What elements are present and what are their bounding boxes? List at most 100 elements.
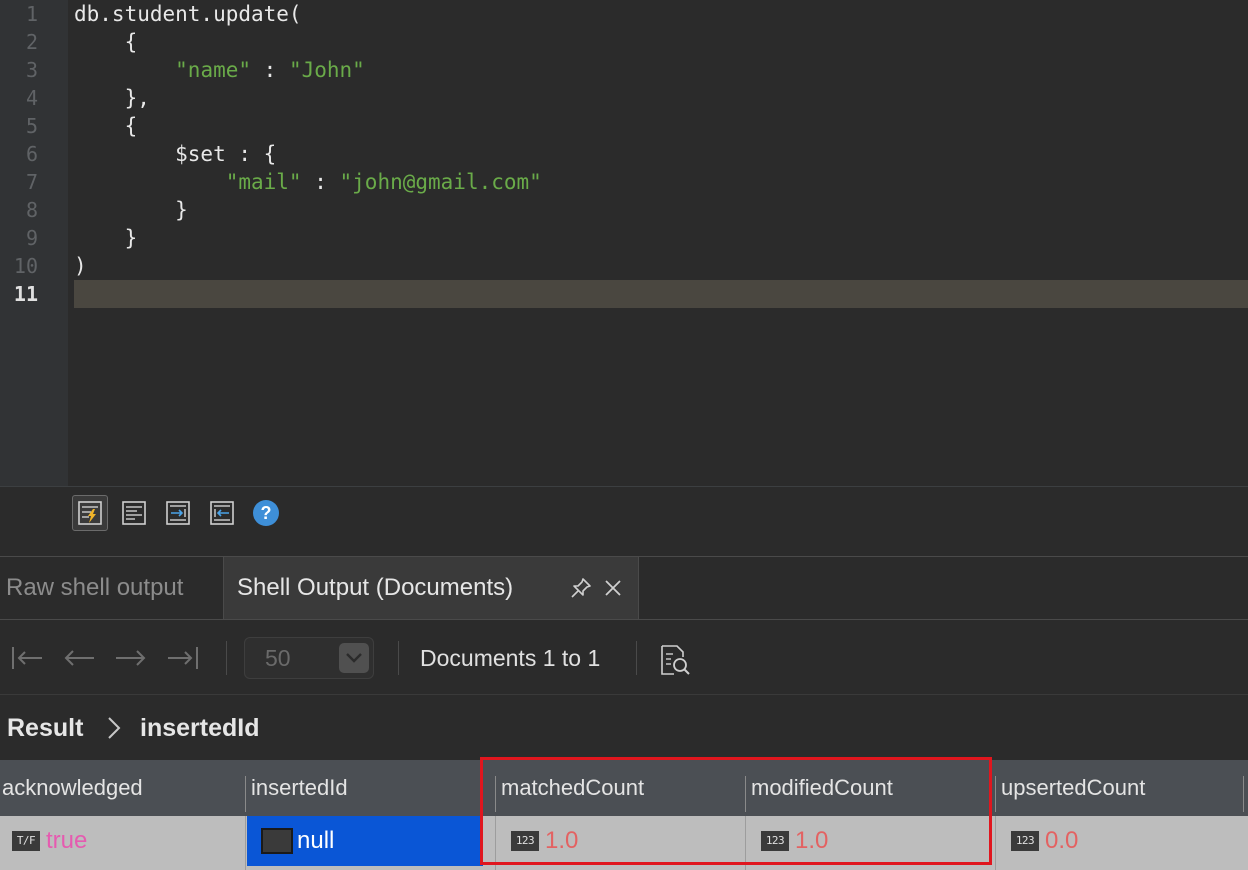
tab-label: Shell Output (Documents) — [237, 574, 514, 601]
code-text: ) — [74, 254, 87, 278]
cell-value: 1.0 — [795, 827, 829, 854]
indent-button[interactable] — [160, 495, 196, 531]
outdent-button[interactable] — [204, 495, 240, 531]
tab-shell-output-documents[interactable]: Shell Output (Documents) — [223, 557, 639, 619]
breadcrumb-root[interactable]: Result — [7, 696, 83, 760]
column-header-insertedid[interactable]: insertedId — [251, 760, 481, 816]
last-page-icon[interactable] — [166, 643, 200, 673]
outdent-icon — [210, 501, 234, 525]
pagination-toolbar: 50 Documents 1 to 1 — [0, 621, 1248, 695]
line-number: 7 — [25, 170, 38, 194]
code-line[interactable]: } — [74, 224, 138, 252]
line-number: 8 — [25, 198, 38, 222]
column-divider[interactable] — [1243, 776, 1244, 812]
table-row[interactable]: T/F true null 123 1.0 123 1.0 123 0.0 — [0, 816, 1248, 870]
cell-modifiedcount[interactable]: 123 1.0 — [747, 816, 995, 866]
code-text: $set : { — [74, 142, 277, 166]
cell-upsertedcount[interactable]: 123 0.0 — [997, 816, 1245, 866]
help-icon: ? — [253, 500, 279, 526]
code-text: } — [74, 226, 138, 250]
chevron-right-icon — [108, 717, 121, 739]
code-text: } — [74, 198, 188, 222]
column-divider — [995, 816, 996, 870]
column-divider[interactable] — [495, 776, 496, 812]
code-line[interactable]: $set : { — [74, 140, 276, 168]
null-type-icon — [261, 828, 293, 854]
breadcrumb-current: insertedId — [140, 714, 260, 742]
toolbar-divider — [226, 641, 227, 675]
code-line[interactable]: db.student.update( — [74, 0, 302, 28]
execute-icon — [78, 501, 102, 525]
cell-insertedid-selected[interactable]: null — [247, 816, 483, 866]
cell-value: true — [46, 827, 88, 854]
code-text: { — [74, 30, 138, 54]
column-header-upsertedcount[interactable]: upsertedCount — [1001, 760, 1241, 816]
column-header-matchedcount[interactable]: matchedCount — [501, 760, 741, 816]
column-divider[interactable] — [995, 776, 996, 812]
code-line[interactable]: "name" : "John" — [74, 56, 365, 84]
number-type-icon: 123 — [761, 831, 789, 851]
first-page-icon[interactable] — [10, 643, 44, 673]
breadcrumb: Result insertedId — [0, 696, 1248, 760]
column-divider[interactable] — [245, 776, 246, 812]
chevron-down-icon[interactable] — [339, 643, 369, 673]
code-string: "John" — [288, 58, 365, 82]
code-line[interactable]: "mail" : "john@gmail.com" — [74, 168, 542, 196]
toolbar-divider — [398, 641, 399, 675]
line-number: 5 — [25, 114, 38, 138]
code-text: }, — [74, 86, 150, 110]
query-editor[interactable]: 1 2 3 4 5 6 7 8 9 10 11 db.student.updat… — [0, 0, 1248, 486]
code-line[interactable]: ) — [74, 252, 87, 280]
cell-value: 1.0 — [545, 827, 579, 854]
code-line[interactable]: { — [74, 112, 138, 140]
column-divider — [245, 816, 246, 870]
code-text: : — [301, 170, 340, 194]
column-divider — [495, 816, 496, 870]
format-button[interactable] — [116, 495, 152, 531]
execute-button[interactable] — [72, 495, 108, 531]
line-number: 10 — [13, 254, 38, 278]
find-in-results-icon[interactable] — [658, 643, 692, 677]
code-string: "john@gmail.com" — [339, 170, 542, 194]
code-line[interactable]: } — [74, 196, 188, 224]
column-header-acknowledged[interactable]: acknowledged — [2, 760, 242, 816]
current-line-highlight — [74, 280, 1248, 308]
line-number: 1 — [25, 2, 38, 26]
close-icon[interactable] — [602, 577, 624, 599]
toolbar-divider — [636, 641, 637, 675]
output-tab-bar: Raw shell output Shell Output (Documents… — [0, 556, 1248, 620]
page-size-select[interactable]: 50 — [244, 637, 374, 679]
previous-page-icon[interactable] — [62, 643, 96, 673]
results-grid-header: acknowledged insertedId matchedCount mod… — [0, 760, 1248, 816]
help-button[interactable]: ? — [248, 495, 284, 531]
cell-matchedcount[interactable]: 123 1.0 — [497, 816, 745, 866]
line-number: 4 — [25, 86, 38, 110]
code-line[interactable]: }, — [74, 84, 150, 112]
page-size-value: 50 — [265, 645, 291, 671]
boolean-type-icon: T/F — [12, 831, 40, 851]
column-header-modifiedcount[interactable]: modifiedCount — [751, 760, 991, 816]
number-type-icon: 123 — [1011, 831, 1039, 851]
tab-label: Raw shell output — [6, 574, 184, 601]
editor-toolbar: ? — [0, 486, 1248, 538]
tab-raw-shell-output[interactable]: Raw shell output — [0, 557, 222, 619]
cell-value: 0.0 — [1045, 827, 1079, 854]
code-text: db.student.update( — [74, 2, 302, 26]
line-number: 6 — [25, 142, 38, 166]
pin-icon[interactable] — [570, 577, 592, 599]
line-number: 3 — [25, 58, 38, 82]
line-number: 2 — [25, 30, 38, 54]
indent-icon — [166, 501, 190, 525]
cell-acknowledged[interactable]: T/F true — [0, 816, 245, 866]
cell-value: null — [297, 827, 335, 854]
number-type-icon: 123 — [511, 831, 539, 851]
code-string: "name" — [175, 58, 252, 82]
code-line[interactable]: { — [74, 28, 138, 56]
next-page-icon[interactable] — [114, 643, 148, 673]
document-range-label: Documents 1 to 1 — [420, 645, 601, 671]
line-number-active: 11 — [13, 282, 38, 306]
code-string: "mail" — [225, 170, 302, 194]
column-divider[interactable] — [745, 776, 746, 812]
